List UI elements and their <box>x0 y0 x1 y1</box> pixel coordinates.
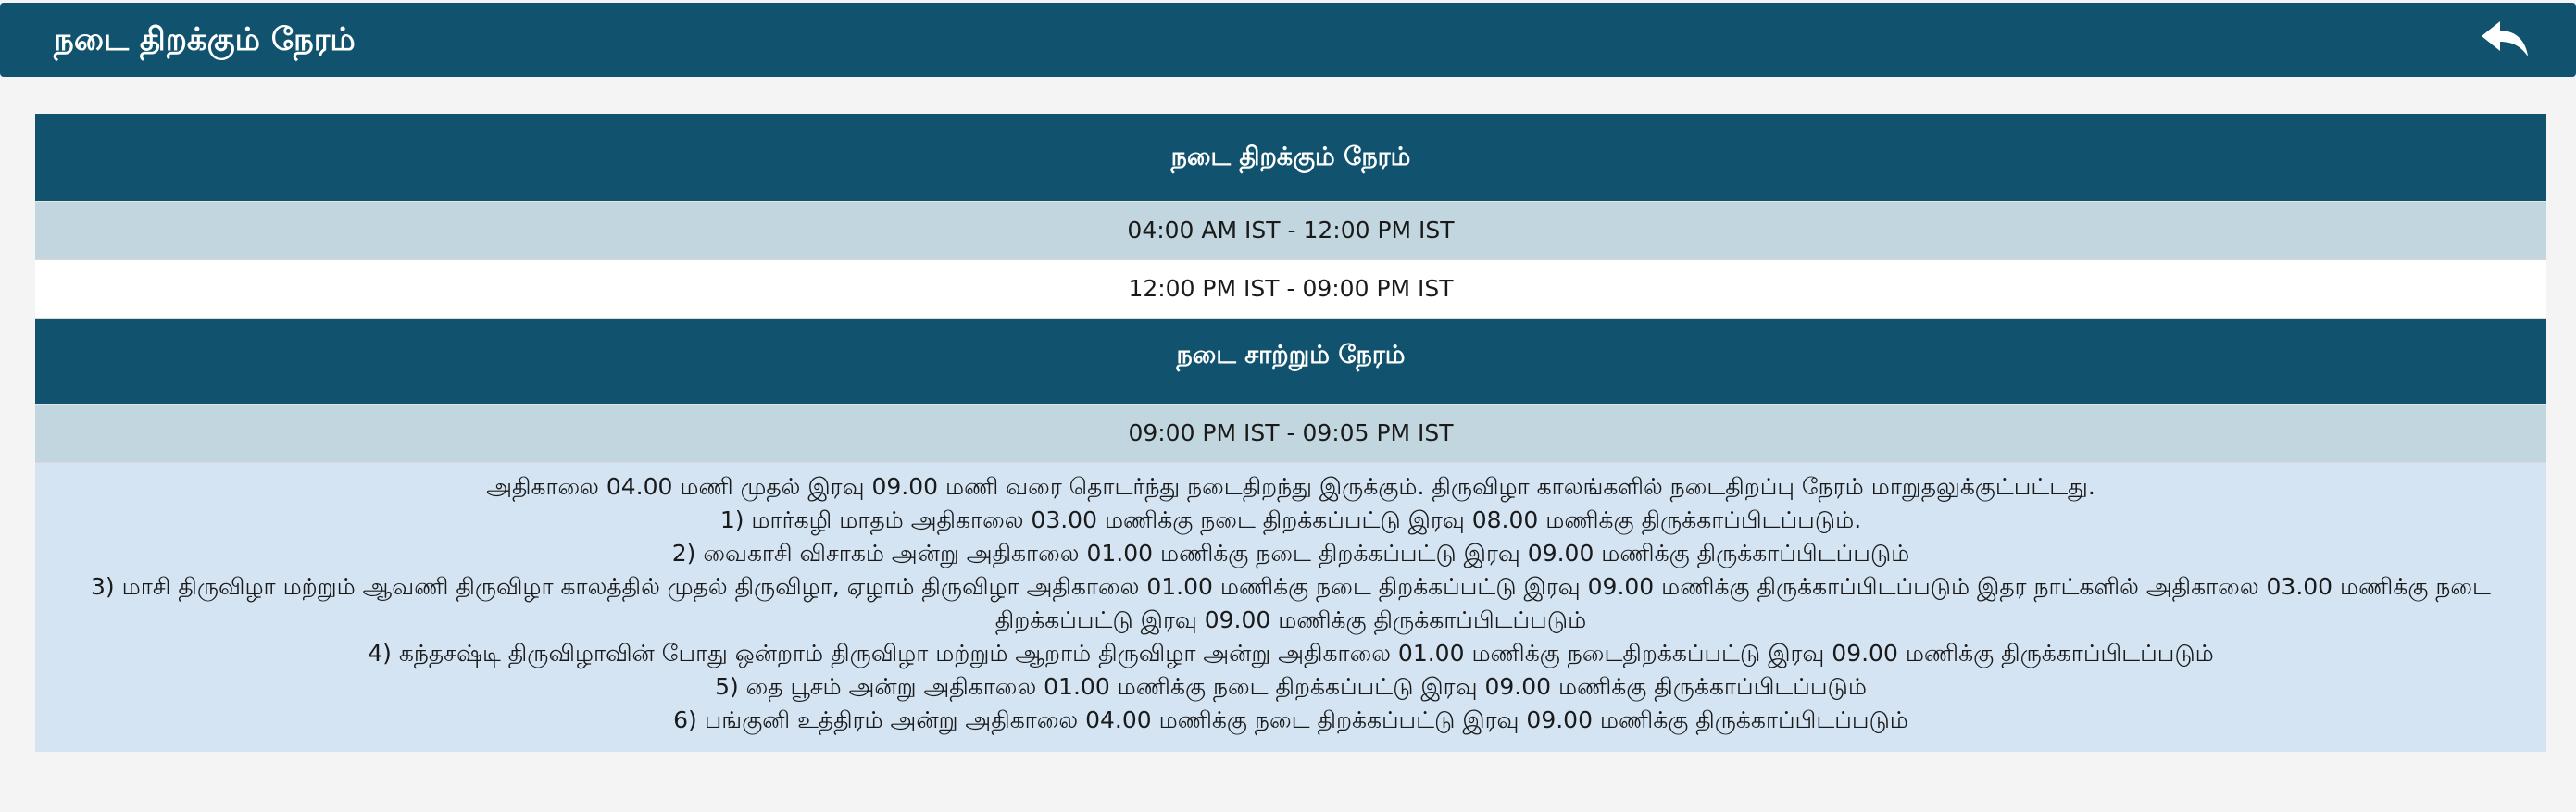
back-button[interactable] <box>2480 19 2532 60</box>
festival-notes: அதிகாலை 04.00 மணி முதல் இரவு 09.00 மணி வ… <box>35 463 2546 752</box>
note-line: 2) வைகாசி விசாகம் அன்று அதிகாலை 01.00 மண… <box>671 540 1910 567</box>
top-bar: நடை திறக்கும் நேரம் <box>0 3 2576 77</box>
page-title: நடை திறக்கும் நேரம் <box>54 21 356 58</box>
closing-time-header: நடை சாற்றும் நேரம் <box>35 319 2546 405</box>
closing-time-row: 09:00 PM IST - 09:05 PM IST <box>35 405 2546 463</box>
note-line: 6) பங்குனி உத்திரம் அன்று அதிகாலை 04.00 … <box>673 706 1908 733</box>
note-line: அதிகாலை 04.00 மணி முதல் இரவு 09.00 மணி வ… <box>486 473 2095 500</box>
timings-panel: நடை திறக்கும் நேரம் 04:00 AM IST - 12:00… <box>35 114 2546 752</box>
note-line: 1) மார்கழி மாதம் அதிகாலை 03.00 மணிக்கு ந… <box>719 506 1862 533</box>
note-line: 5) தை பூசம் அன்று அதிகாலை 01.00 மணிக்கு … <box>715 673 1867 700</box>
opening-time-row: 12:00 PM IST - 09:00 PM IST <box>35 260 2546 319</box>
opening-time-header: நடை திறக்கும் நேரம் <box>35 114 2546 202</box>
reply-arrow-icon <box>2480 19 2532 60</box>
opening-time-row: 04:00 AM IST - 12:00 PM IST <box>35 202 2546 260</box>
note-line: 4) கந்தசஷ்டி திருவிழாவின் போது ஒன்றாம் த… <box>368 640 2214 667</box>
note-line: 3) மாசி திருவிழா மற்றும் ஆவணி திருவிழா க… <box>91 573 2491 633</box>
